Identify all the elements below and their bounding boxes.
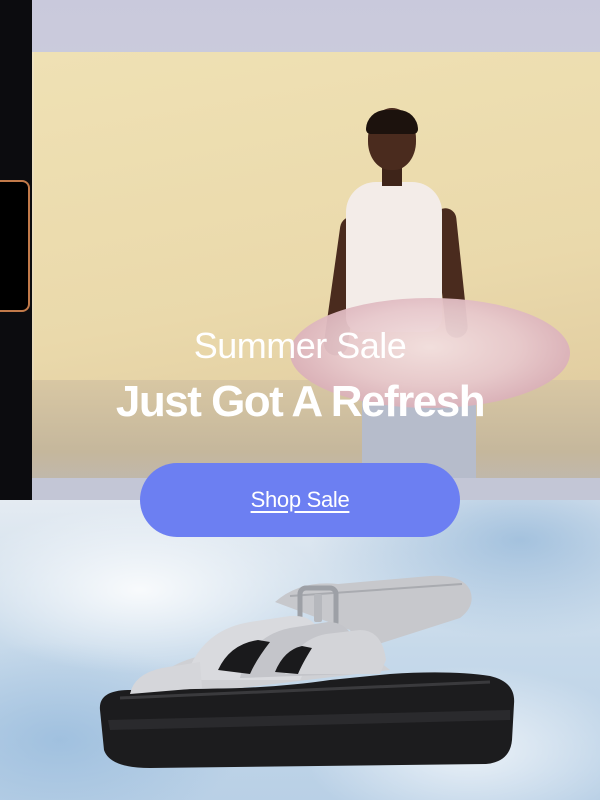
product-showcase (0, 500, 600, 800)
film-frame (0, 180, 30, 312)
email-banner: Summer Sale Just Got A Refresh Shop Sale (0, 0, 600, 800)
model-hair (366, 110, 418, 134)
hero-photo: Summer Sale Just Got A Refresh (0, 0, 600, 500)
shop-sale-button[interactable]: Shop Sale (140, 463, 460, 537)
headline-subtitle: Summer Sale (193, 325, 407, 366)
headline-title: Just Got A Refresh (115, 377, 486, 426)
sandal-image (99, 575, 515, 768)
